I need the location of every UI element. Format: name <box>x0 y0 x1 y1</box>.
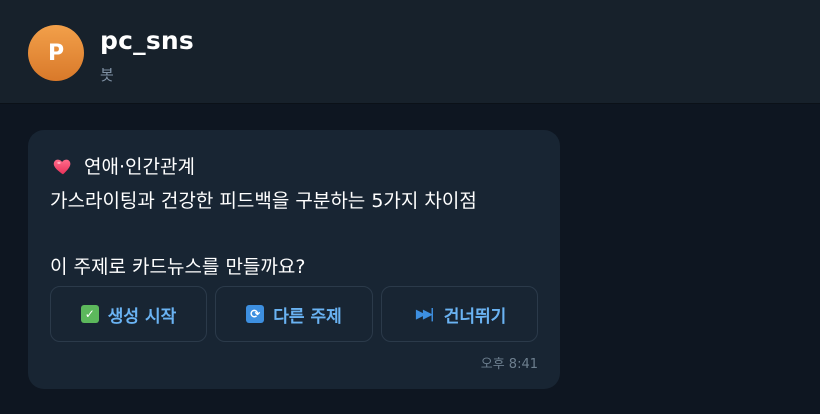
start-generation-button[interactable]: ✓ 생성 시작 <box>50 286 207 342</box>
other-topic-label: 다른 주제 <box>273 306 342 327</box>
message-category-line: 연애·인간관계 <box>52 152 195 179</box>
heart-icon <box>52 155 74 177</box>
chat-title[interactable]: pc_sns <box>100 26 194 55</box>
message-timestamp: 오후 8:41 <box>480 357 538 372</box>
message-topic: 가스라이팅과 건강한 피드백을 구분하는 5가지 차이점 <box>50 190 477 212</box>
skip-button[interactable]: ▶▶| 건너뛰기 <box>381 286 538 342</box>
avatar[interactable]: P <box>28 25 84 81</box>
other-topic-button[interactable]: ⟳ 다른 주제 <box>215 286 373 342</box>
check-icon: ✓ <box>80 305 99 323</box>
message-question: 이 주제로 카드뉴스를 만들까요? <box>50 256 306 278</box>
message-category: 연애·인간관계 <box>84 156 195 178</box>
skip-label: 건너뛰기 <box>443 306 507 327</box>
message-bubble: 연애·인간관계 가스라이팅과 건강한 피드백을 구분하는 5가지 차이점 이 주… <box>28 130 560 389</box>
chat-subtitle: 봇 <box>100 66 114 84</box>
chat-header: P pc_sns 봇 <box>0 0 820 104</box>
start-generation-label: 생성 시작 <box>107 306 177 327</box>
refresh-icon: ⟳ <box>246 305 265 323</box>
skip-forward-icon: ▶▶| <box>415 306 435 322</box>
